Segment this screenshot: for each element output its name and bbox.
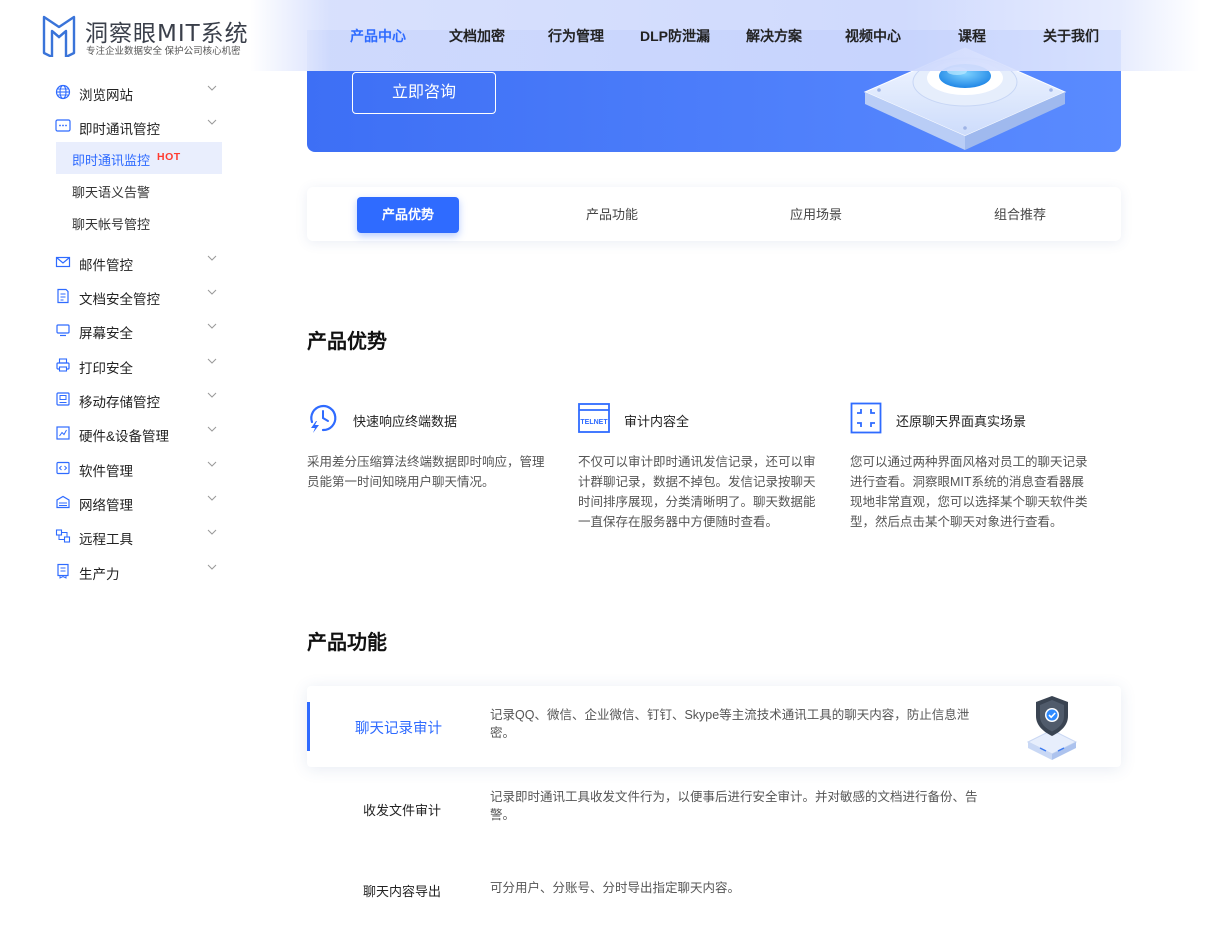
- nav-item-solutions[interactable]: 解决方案: [746, 26, 802, 46]
- chevron-down-icon: [207, 461, 217, 467]
- tab-advantages[interactable]: 产品优势: [357, 197, 459, 233]
- nav-item-products[interactable]: 产品中心: [350, 26, 406, 46]
- chevron-down-icon: [207, 289, 217, 295]
- sidebar-item-label: 屏幕安全: [79, 326, 133, 341]
- sidebar-item-label: 文档安全管控: [79, 292, 160, 307]
- sidebar-item-removable-storage[interactable]: 移动存储管控: [55, 387, 225, 411]
- remote-icon: [55, 529, 71, 543]
- sidebar-item-label: 邮件管控: [79, 258, 133, 273]
- monitor-icon: [56, 324, 70, 337]
- features-title: 产品功能: [307, 632, 387, 654]
- chevron-down-icon: [207, 529, 217, 535]
- sidebar: 浏览网站 即时通讯管控 即时通讯监控 HOT 聊天语义告警 聊天帐号管控 邮件管…: [0, 71, 240, 591]
- sidebar-item-label: 网络管理: [79, 498, 133, 513]
- hot-badge: HOT: [157, 151, 181, 163]
- usb-storage-icon: [56, 392, 70, 406]
- top-header: 洞察眼MIT系统 专注企业数据安全 保护公司核心机密 产品中心 文档加密 行为管…: [0, 0, 1220, 71]
- sidebar-item-label: 生产力: [79, 567, 120, 582]
- chevron-down-icon: [207, 495, 217, 501]
- consult-button[interactable]: 立即咨询: [352, 72, 496, 114]
- chevron-down-icon: [207, 323, 217, 329]
- advantage-title: 审计内容全: [624, 414, 690, 429]
- sidebar-item-screen-security[interactable]: 屏幕安全: [55, 318, 225, 342]
- sidebar-item-browse-websites[interactable]: 浏览网站: [55, 80, 225, 104]
- network-icon: [56, 495, 70, 509]
- document-icon: [57, 288, 69, 304]
- feature-item-chat-audit[interactable]: 聊天记录审计: [355, 717, 442, 738]
- sidebar-item-print-security[interactable]: 打印安全: [55, 353, 225, 377]
- code-icon: [56, 461, 70, 475]
- sidebar-item-label: 硬件&设备管理: [79, 429, 170, 444]
- sidebar-subitem-chat-account-control[interactable]: 聊天帐号管控: [56, 206, 222, 238]
- sidebar-item-network-management[interactable]: 网络管理: [55, 490, 225, 514]
- hardware-icon: [56, 426, 70, 440]
- sidebar-subitem-chat-semantic-alert[interactable]: 聊天语义告警: [56, 174, 222, 206]
- fast-response-icon: [310, 404, 337, 433]
- feature-item-chat-export[interactable]: 聊天内容导出: [363, 881, 441, 900]
- sidebar-subitem-label: 即时通讯监控: [72, 153, 151, 168]
- nav-item-courses[interactable]: 课程: [958, 26, 986, 46]
- sidebar-item-software-management[interactable]: 软件管理: [55, 456, 225, 480]
- sidebar-item-label: 移动存储管控: [79, 395, 160, 410]
- feature-desc: 记录QQ、微信、企业微信、钉钉、Skype等主流技术通讯工具的聊天内容，防止信息…: [490, 708, 970, 740]
- sidebar-item-document-security[interactable]: 文档安全管控: [55, 284, 225, 308]
- chevron-down-icon: [207, 119, 217, 125]
- sidebar-subitem-im-monitoring[interactable]: 即时通讯监控 HOT: [56, 142, 222, 174]
- tab-scenarios[interactable]: 应用场景: [765, 197, 867, 233]
- advantage-desc: 不仅可以审计即时通讯发信记录，还可以审计群聊记录，数据不掉包。发信记录按聊天时间…: [578, 455, 816, 529]
- sidebar-item-label: 即时通讯管控: [79, 122, 160, 137]
- advantage-title: 还原聊天界面真实场景: [896, 414, 1027, 429]
- sidebar-item-mail-control[interactable]: 邮件管控: [55, 250, 225, 274]
- sidebar-item-label: 远程工具: [79, 532, 133, 547]
- main-nav: 产品中心 文档加密 行为管理 DLP防泄漏 解决方案 视频中心 课程 关于我们: [322, 0, 1122, 71]
- advantages-title: 产品优势: [307, 331, 387, 353]
- sidebar-item-remote-tools[interactable]: 远程工具: [55, 524, 225, 548]
- chevron-down-icon: [207, 564, 217, 570]
- product-tabs: 产品优势 产品功能 应用场景 组合推荐: [307, 187, 1121, 241]
- tab-recommendations[interactable]: 组合推荐: [969, 197, 1071, 233]
- advantage-desc: 您可以通过两种界面风格对员工的聊天记录进行查看。洞察眼MIT系统的消息查看器展现…: [850, 455, 1088, 529]
- nav-item-behavior-management[interactable]: 行为管理: [548, 26, 604, 46]
- advantage-title: 快速响应终端数据: [353, 414, 458, 429]
- logo-subtitle: 专注企业数据安全 保护公司核心机密: [86, 46, 241, 57]
- chevron-down-icon: [207, 426, 217, 432]
- nav-item-dlp[interactable]: DLP防泄漏: [640, 26, 710, 46]
- feature-desc: 可分用户、分账号、分时导出指定聊天内容。: [490, 881, 741, 895]
- chevron-down-icon: [207, 392, 217, 398]
- active-indicator-bar: [307, 702, 310, 751]
- logo[interactable]: 洞察眼MIT系统 专注企业数据安全 保护公司核心机密: [42, 13, 262, 59]
- mail-icon: [55, 256, 71, 268]
- tab-functions[interactable]: 产品功能: [561, 197, 663, 233]
- restore-frame-icon: [850, 402, 882, 434]
- nav-item-about-us[interactable]: 关于我们: [1043, 26, 1099, 46]
- sidebar-item-hardware-devices[interactable]: 硬件&设备管理: [55, 421, 225, 445]
- sidebar-item-label: 软件管理: [79, 464, 133, 479]
- telnet-icon-label: TELNET: [580, 419, 608, 426]
- globe-icon: [55, 84, 71, 100]
- sidebar-item-label: 打印安全: [79, 361, 133, 376]
- chevron-down-icon: [207, 358, 217, 364]
- sidebar-item-productivity[interactable]: 生产力: [55, 559, 225, 583]
- nav-item-document-encryption[interactable]: 文档加密: [449, 26, 505, 46]
- chevron-down-icon: [207, 255, 217, 261]
- sidebar-subitem-label: 聊天帐号管控: [72, 217, 151, 232]
- sidebar-item-im-control[interactable]: 即时通讯管控: [55, 114, 225, 138]
- logo-mark-icon: [42, 15, 76, 57]
- printer-icon: [56, 358, 70, 372]
- productivity-icon: [57, 563, 69, 579]
- sidebar-subitem-label: 聊天语义告警: [72, 185, 151, 200]
- telnet-icon: TELNET: [578, 403, 610, 433]
- chat-icon: [55, 119, 71, 132]
- feature-desc: 记录即时通讯工具收发文件行为，以便事后进行安全审计。并对敏感的文档进行备份、告警…: [490, 790, 978, 822]
- sidebar-item-label: 浏览网站: [79, 88, 133, 103]
- chevron-down-icon: [207, 85, 217, 91]
- advantage-desc: 采用差分压缩算法终端数据即时响应，管理员能第一时间知晓用户聊天情况。: [307, 455, 545, 489]
- feature-item-file-audit[interactable]: 收发文件审计: [363, 800, 441, 819]
- shield-server-icon: [1026, 696, 1078, 760]
- nav-item-video-center[interactable]: 视频中心: [845, 26, 901, 46]
